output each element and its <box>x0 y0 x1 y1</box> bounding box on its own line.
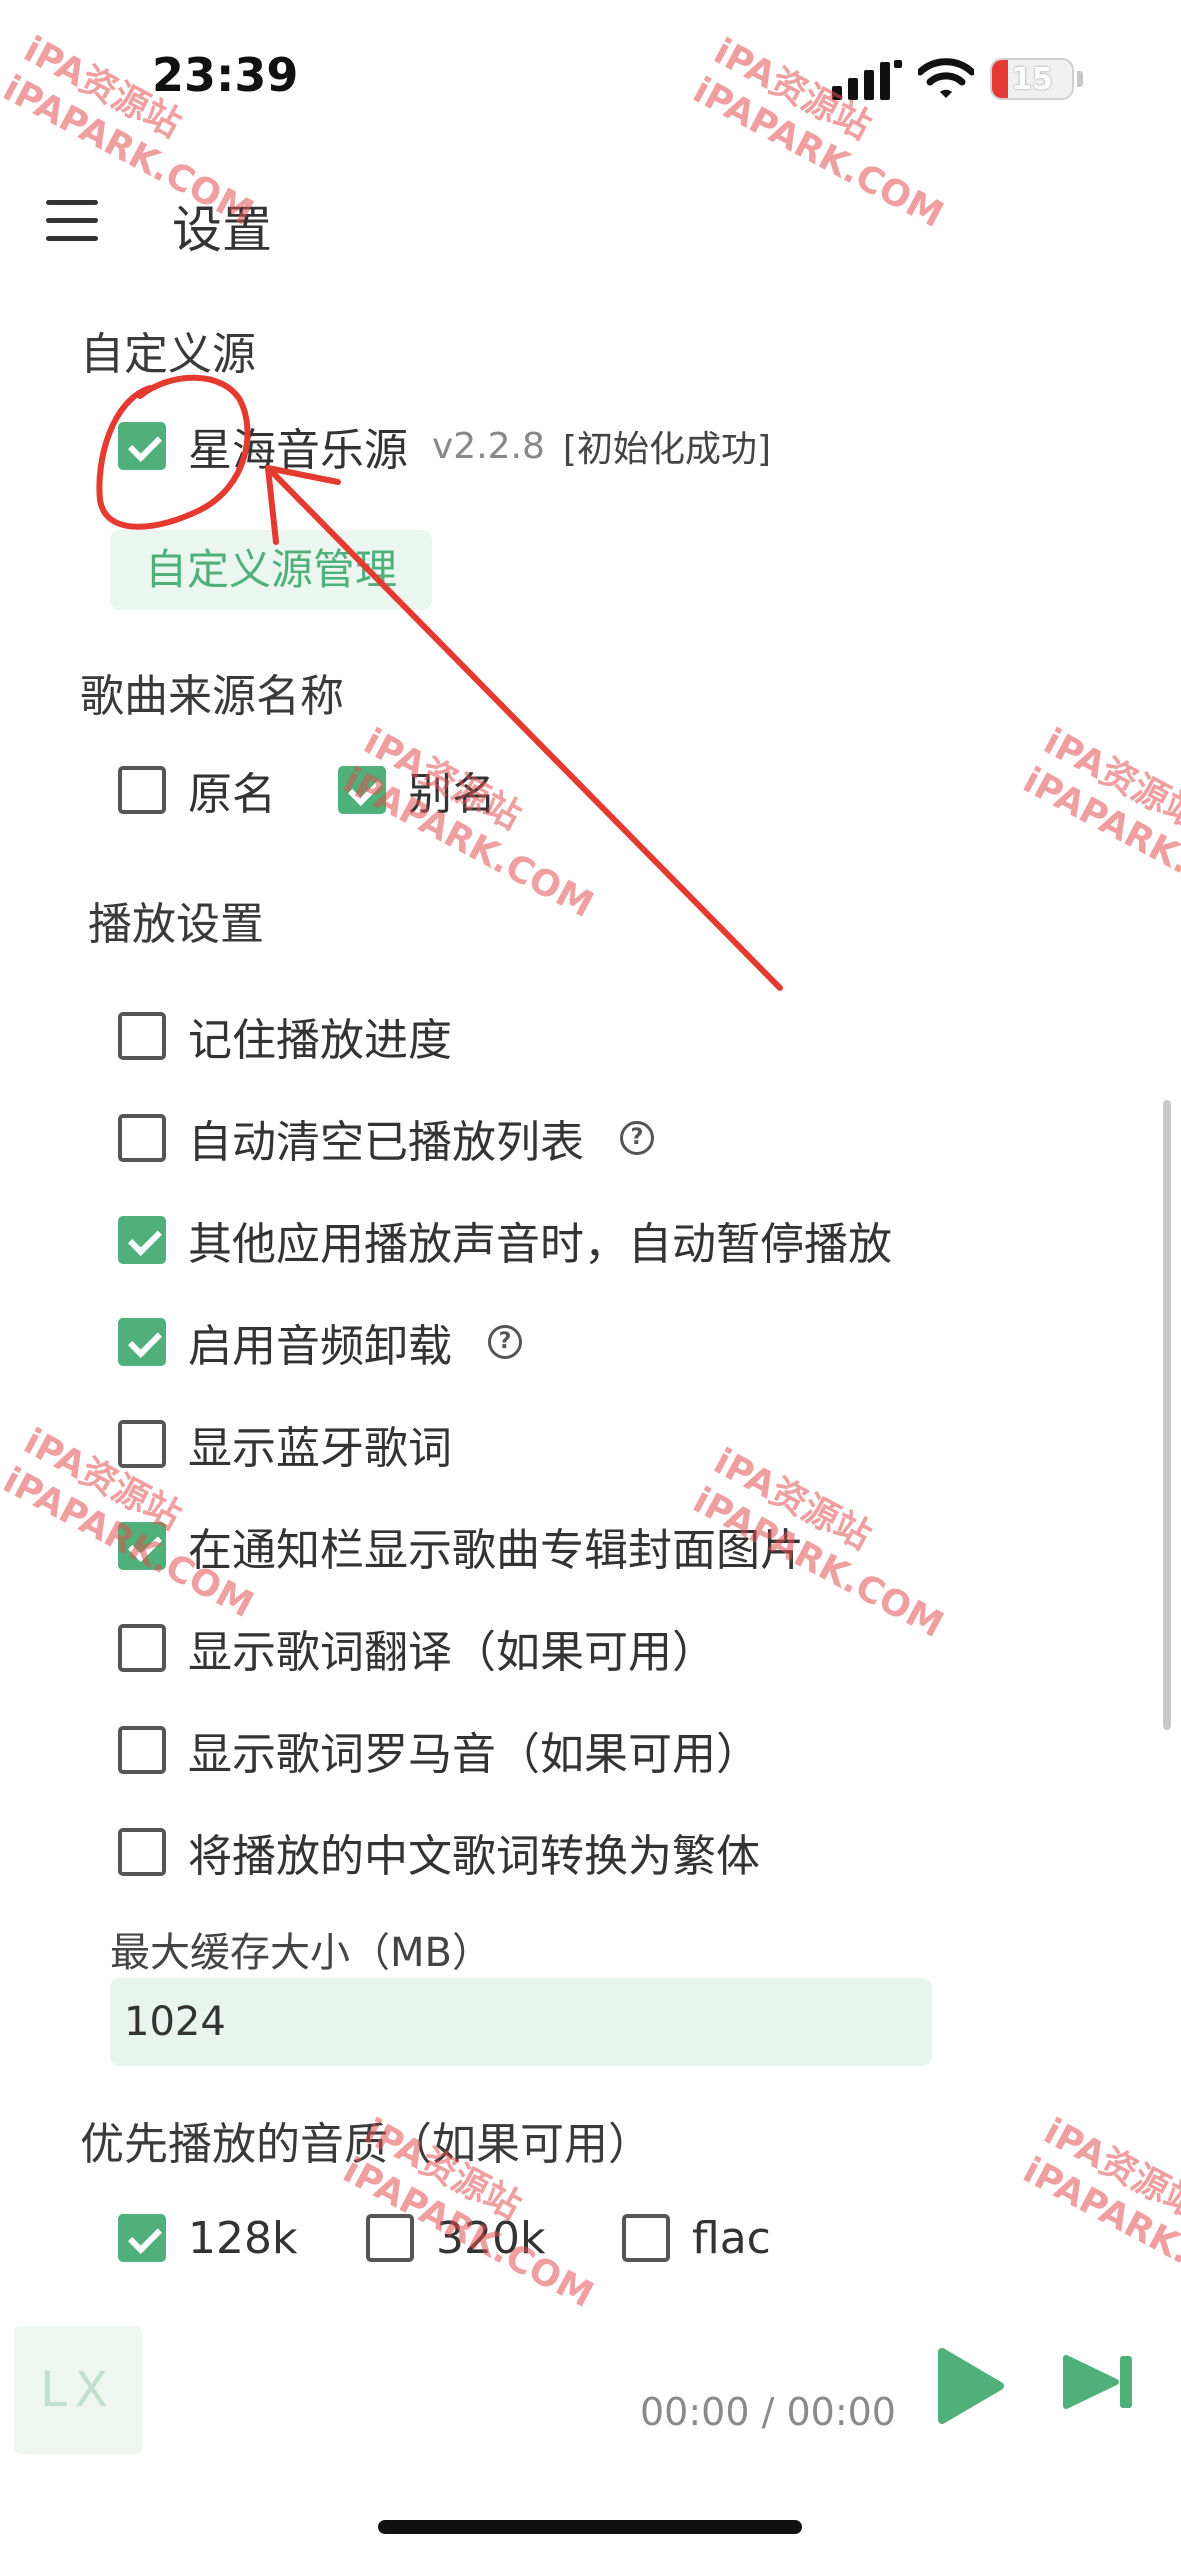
custom-source-manage-button[interactable]: 自定义源管理 <box>110 530 432 610</box>
battery-level: 15 <box>1011 62 1053 97</box>
option-label: 显示蓝牙歌词 <box>188 1423 452 1474</box>
album-cover[interactable]: LX <box>14 2326 142 2454</box>
checkbox[interactable] <box>338 766 386 814</box>
watermark: iPA资源站 iPAPARK.COM <box>336 721 600 926</box>
checkbox[interactable] <box>118 766 166 814</box>
page-title: 设置 <box>172 201 272 259</box>
option-label: 显示歌词翻译（如果可用） <box>188 1627 716 1678</box>
option-lyrics-translation[interactable]: 显示歌词翻译（如果可用） <box>118 1616 716 1680</box>
checkbox[interactable] <box>118 1216 166 1264</box>
option-original-name[interactable]: 原名 <box>118 758 276 822</box>
option-auto-clear-played[interactable]: 自动清空已播放列表 ? <box>118 1106 654 1170</box>
option-label: 原名 <box>188 769 276 820</box>
section-title-playback: 播放设置 <box>88 899 264 950</box>
checkbox[interactable] <box>118 1114 166 1162</box>
scrollbar[interactable] <box>1163 1100 1171 1730</box>
custom-source-version: v2.2.8 <box>432 425 545 467</box>
play-icon[interactable] <box>936 2346 1006 2426</box>
option-label: 将播放的中文歌词转换为繁体 <box>188 1831 760 1882</box>
option-bluetooth-lyrics[interactable]: 显示蓝牙歌词 <box>118 1412 452 1476</box>
checkbox[interactable] <box>118 1726 166 1774</box>
checkbox[interactable] <box>622 2214 670 2262</box>
status-time: 23:39 <box>152 48 299 102</box>
playback-time: 00:00 / 00:00 <box>640 2390 896 2434</box>
battery-indicator: 15 <box>990 58 1074 100</box>
custom-source-row[interactable]: 星海音乐源 v2.2.8 [初始化成功] <box>118 414 771 478</box>
option-quality-320k[interactable]: 320k <box>366 2206 545 2270</box>
checkbox[interactable] <box>118 1828 166 1876</box>
option-label: 其他应用播放声音时，自动暂停播放 <box>188 1219 892 1270</box>
section-title-custom-source: 自定义源 <box>80 329 256 380</box>
hamburger-menu-icon[interactable] <box>46 200 98 242</box>
option-label: flac <box>692 2212 771 2264</box>
option-alias-name[interactable]: 别名 <box>338 758 496 822</box>
checkbox[interactable] <box>118 1420 166 1468</box>
checkbox[interactable] <box>118 1522 166 1570</box>
option-label: 320k <box>436 2212 546 2264</box>
mini-player[interactable]: LX 00:00 / 00:00 <box>0 2310 1181 2470</box>
option-label: 别名 <box>408 769 496 820</box>
custom-source-status: [初始化成功] <box>562 429 771 470</box>
custom-source-checkbox[interactable] <box>118 422 166 470</box>
option-lyrics-romaji[interactable]: 显示歌词罗马音（如果可用） <box>118 1718 760 1782</box>
option-notification-cover[interactable]: 在通知栏显示歌曲专辑封面图片 <box>118 1514 804 1578</box>
option-label: 显示歌词罗马音（如果可用） <box>188 1729 760 1780</box>
checkbox[interactable] <box>366 2214 414 2262</box>
option-quality-flac[interactable]: flac <box>622 2206 771 2270</box>
option-auto-pause[interactable]: 其他应用播放声音时，自动暂停播放 <box>118 1208 892 1272</box>
section-title-quality: 优先播放的音质（如果可用） <box>80 2119 652 2170</box>
option-label: 自动清空已播放列表 <box>188 1117 584 1168</box>
checkbox[interactable] <box>118 1318 166 1366</box>
checkbox[interactable] <box>118 1624 166 1672</box>
option-quality-128k[interactable]: 128k <box>118 2206 297 2270</box>
help-icon[interactable]: ? <box>488 1325 522 1359</box>
checkbox[interactable] <box>118 2214 166 2262</box>
checkbox[interactable] <box>118 1012 166 1060</box>
home-indicator[interactable] <box>378 2520 802 2534</box>
option-label: 128k <box>188 2212 298 2264</box>
section-title-song-source-name: 歌曲来源名称 <box>80 671 344 722</box>
watermark: iPA资源站 iPAPARK.COM <box>1016 2111 1181 2316</box>
option-label: 记住播放进度 <box>188 1015 452 1066</box>
cache-size-input[interactable]: 1024 <box>110 1978 932 2066</box>
custom-source-name: 星海音乐源 <box>188 425 408 476</box>
next-track-icon[interactable] <box>1062 2350 1138 2414</box>
option-traditional-chinese[interactable]: 将播放的中文歌词转换为繁体 <box>118 1820 760 1884</box>
red-annotation-arrow <box>96 374 783 991</box>
signal-bars-icon <box>832 60 902 100</box>
watermark: iPA资源站 iPAPARK.COM <box>1016 721 1181 926</box>
option-audio-offload[interactable]: 启用音频卸载 ? <box>118 1310 522 1374</box>
help-icon[interactable]: ? <box>620 1121 654 1155</box>
cache-size-label: 最大缓存大小（MB） <box>110 1930 492 1976</box>
option-remember-progress[interactable]: 记住播放进度 <box>118 1004 452 1068</box>
option-label: 启用音频卸载 <box>188 1321 452 1372</box>
option-label: 在通知栏显示歌曲专辑封面图片 <box>188 1525 804 1576</box>
settings-screen: 23:39 15 设置 自定义源 星海音乐源 v2.2.8 [初始化成功] 自定… <box>0 0 1181 2560</box>
wifi-icon <box>918 58 974 98</box>
